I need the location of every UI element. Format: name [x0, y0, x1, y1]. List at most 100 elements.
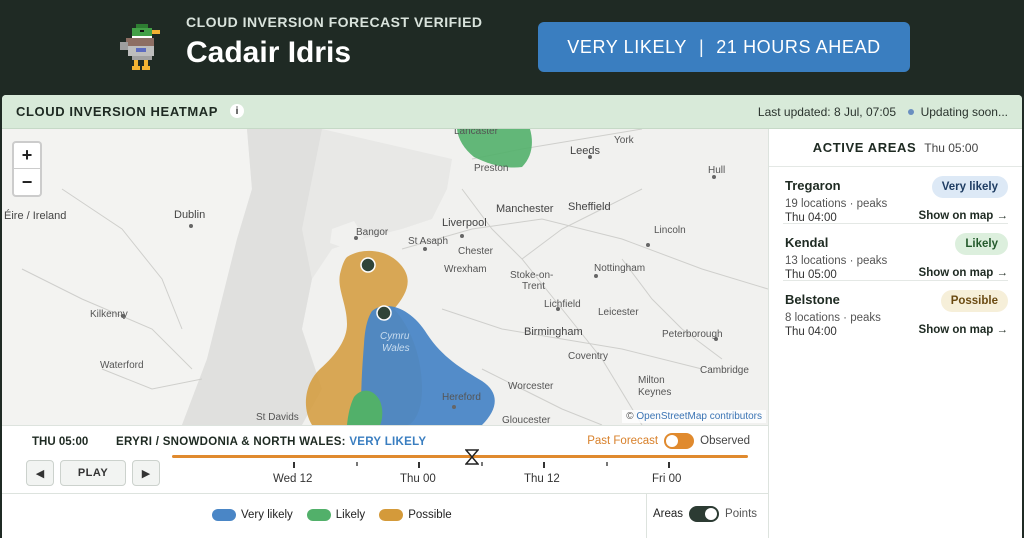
map-label-cambridge: Cambridge — [700, 365, 749, 376]
legend-item-likely: Likely — [306, 509, 366, 521]
peak-marker-north — [360, 257, 376, 273]
map-label-stoke: Stoke-on- — [510, 270, 554, 281]
list-item: Belstone Possible 8 locations · peaks Th… — [783, 281, 1008, 338]
location-title: Cadair Idris — [186, 36, 352, 69]
info-icon[interactable]: i — [230, 104, 244, 118]
past-observed-switch[interactable] — [664, 433, 695, 449]
duck-icon — [120, 24, 160, 70]
legend-item-very-likely: Very likely — [212, 509, 293, 521]
timeline-panel: THU 05:00 ERYRI / SNOWDONIA & NORTH WALE… — [2, 425, 768, 493]
updating-status: Updating soon... — [907, 105, 1008, 119]
region-status: ERYRI / SNOWDONIA & NORTH WALES: VERY LI… — [116, 436, 426, 448]
step-forward-button[interactable]: ▶ — [132, 460, 160, 486]
switch-knob — [666, 435, 679, 447]
legend-divider — [646, 494, 647, 538]
heatmap-map[interactable]: Éire / Ireland Dublin Kilkenny Waterford… — [2, 129, 768, 425]
map-label-birmingham: Birmingham — [524, 326, 583, 338]
osm-attribution-link[interactable]: OpenStreetMap contributors — [636, 411, 762, 422]
map-attribution: © OpenStreetMap contributors — [622, 410, 766, 423]
legend-swatch — [379, 509, 404, 521]
area-meta: 13 locations · peaks — [785, 255, 888, 267]
heatmap-card: CLOUD INVERSION HEATMAP i Last updated: … — [2, 95, 1022, 538]
timeline-tick — [418, 462, 420, 468]
active-areas-header: ACTIVE AREAS Thu 05:00 — [769, 129, 1022, 167]
zoom-out-button[interactable]: − — [14, 169, 40, 195]
map-label-eire: Éire / Ireland — [4, 210, 67, 222]
legend-swatch — [306, 509, 331, 521]
map-label-preston: Preston — [474, 163, 509, 174]
map-label-milton: Milton — [638, 375, 665, 386]
timeline-tick — [543, 462, 545, 468]
past-forecast-label: Past Forecast — [587, 435, 659, 447]
status-badge: Likely — [955, 233, 1008, 255]
map-label-waterford: Waterford — [100, 360, 144, 371]
area-time: Thu 05:00 — [785, 269, 837, 281]
area-time: Thu 04:00 — [785, 212, 837, 224]
zoom-control: + − — [12, 141, 42, 197]
area-name: Belstone — [785, 292, 840, 307]
status-badge: Very likely — [931, 176, 1008, 198]
area-meta: 8 locations · peaks — [785, 312, 881, 324]
timeline-minor-tick — [606, 462, 608, 466]
map-label-manchester: Manchester — [496, 203, 554, 215]
map-label-st-asaph: St Asaph — [408, 236, 449, 247]
legend-label: Very likely — [241, 509, 293, 521]
timeline-track[interactable] — [172, 455, 748, 458]
active-areas-title: ACTIVE AREAS — [812, 140, 917, 155]
map-label-peterborough: Peterborough — [662, 329, 723, 340]
map-label-leeds: Leeds — [570, 145, 600, 157]
status-dot-icon — [907, 109, 914, 115]
areas-points-switch[interactable] — [689, 506, 720, 522]
card-header: CLOUD INVERSION HEATMAP i Last updated: … — [2, 95, 1022, 129]
timeline-handle-icon[interactable] — [465, 449, 479, 465]
areas-label: Areas — [653, 508, 684, 520]
step-back-button[interactable]: ◀ — [26, 460, 54, 486]
forecast-header: CLOUD INVERSION FORECAST VERIFIED Cadair… — [0, 0, 1024, 95]
forecast-observed-toggle: Past Forecast Observed — [587, 433, 750, 449]
show-on-map-button[interactable]: Show on map → — [919, 324, 1008, 336]
card-title: CLOUD INVERSION HEATMAP — [16, 104, 219, 119]
map-label-liverpool: Liverpool — [442, 217, 487, 229]
status-separator: | — [698, 36, 705, 57]
region-likelihood: VERY LIKELY — [349, 436, 427, 448]
map-label-wales: Wales — [382, 343, 410, 354]
areas-points-toggle: Areas Points — [653, 506, 757, 522]
forecast-status-pill: VERY LIKELY | 21 HOURS AHEAD — [538, 22, 910, 72]
region-name: ERYRI / SNOWDONIA & NORTH WALES: — [116, 436, 346, 448]
show-on-map-button[interactable]: Show on map → — [919, 210, 1008, 222]
tick-label: Thu 12 — [524, 473, 560, 485]
verified-eyebrow: CLOUD INVERSION FORECAST VERIFIED — [186, 14, 483, 30]
legend-item-possible: Possible — [379, 509, 452, 521]
peak-marker-cadair-idris — [376, 305, 392, 321]
status-badge: Possible — [940, 290, 1008, 312]
legend-label: Likely — [335, 509, 366, 521]
tick-label: Wed 12 — [273, 473, 313, 485]
map-label-lincoln: Lincoln — [654, 225, 686, 236]
legend-row: Very likely Likely Possible Areas Points — [2, 493, 768, 538]
map-label-leicester: Leicester — [598, 307, 639, 318]
tick-label: Fri 00 — [652, 473, 682, 485]
last-updated: Last updated: 8 Jul, 07:05 — [757, 105, 896, 119]
updating-label: Updating soon... — [920, 105, 1008, 119]
map-label-dublin: Dublin — [174, 209, 206, 221]
show-on-map-button[interactable]: Show on map → — [919, 267, 1008, 279]
timeline-current-time: THU 05:00 — [32, 436, 89, 448]
legend-swatch — [212, 509, 236, 521]
zoom-in-button[interactable]: + — [14, 143, 40, 169]
active-areas-time: Thu 05:00 — [924, 140, 979, 155]
list-item: Tregaron Very likely 19 locations · peak… — [783, 167, 1008, 224]
area-time: Thu 04:00 — [785, 326, 837, 338]
copyright-icon: © — [626, 411, 634, 422]
map-label-st-davids: St Davids — [256, 412, 299, 423]
map-label-nottingham: Nottingham — [594, 263, 646, 274]
map-label-york: York — [614, 135, 634, 146]
play-button[interactable]: PLAY — [60, 460, 126, 486]
active-areas-panel: ACTIVE AREAS Thu 05:00 Tregaron Very lik… — [768, 129, 1022, 538]
map-label-bangor: Bangor — [356, 227, 389, 238]
timeline-minor-tick — [356, 462, 358, 466]
status-lead-time: 21 HOURS AHEAD — [716, 36, 881, 57]
status-likelihood: VERY LIKELY — [567, 36, 687, 57]
timeline-tick — [293, 462, 295, 468]
map-label-lichfield: Lichfield — [544, 299, 581, 310]
switch-knob — [705, 508, 718, 520]
